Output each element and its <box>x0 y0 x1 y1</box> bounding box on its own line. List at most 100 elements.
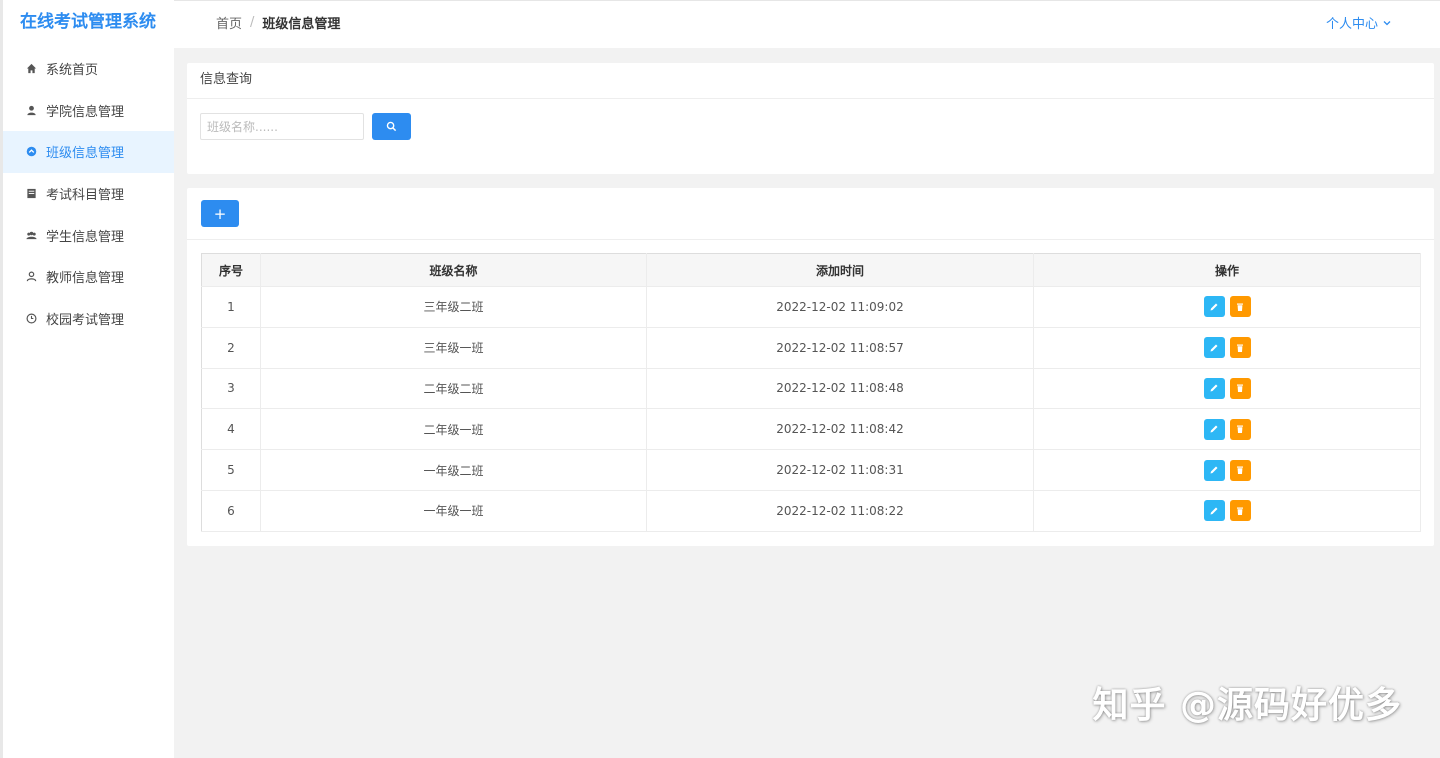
table-row: 4 二年级一班 2022-12-02 11:08:42 <box>201 408 1421 451</box>
table-panel: + 序号 班级名称 添加时间 操作 1 三年级二班 2022-12-02 11:… <box>187 188 1434 546</box>
delete-button[interactable] <box>1229 418 1251 440</box>
cell-time: 2022-12-02 11:08:57 <box>646 327 1034 369</box>
edit-button[interactable] <box>1203 418 1225 440</box>
cell-name: 三年级一班 <box>260 327 647 369</box>
row-actions <box>1034 500 1420 522</box>
cell-ops <box>1033 286 1421 328</box>
cell-time: 2022-12-02 11:08:42 <box>646 408 1034 451</box>
user-icon <box>25 104 37 116</box>
delete-button[interactable] <box>1229 459 1251 481</box>
pencil-icon <box>1210 425 1218 433</box>
sidebar-item-label: 学生信息管理 <box>46 229 125 245</box>
sidebar-item-class[interactable]: 班级信息管理 <box>3 131 174 173</box>
header-index: 序号 <box>201 253 261 287</box>
home-icon <box>25 63 37 75</box>
sidebar-item-subject[interactable]: 考试科目管理 <box>3 173 174 215</box>
sidebar-item-student[interactable]: 学生信息管理 <box>3 214 174 256</box>
sidebar-item-label: 班级信息管理 <box>46 146 125 162</box>
delete-button[interactable] <box>1229 337 1251 359</box>
sidebar-item-college[interactable]: 学院信息管理 <box>3 90 174 132</box>
pencil-icon <box>1210 344 1218 352</box>
pencil-icon <box>1210 384 1218 392</box>
pencil-icon <box>1210 303 1218 311</box>
trash-icon <box>1237 344 1243 352</box>
teacher-icon <box>25 271 37 283</box>
sidebar-item-label: 系统首页 <box>46 63 99 79</box>
row-actions <box>1034 459 1420 481</box>
user-center-label: 个人中心 <box>1325 17 1378 32</box>
search-panel: 信息查询 <box>187 63 1434 174</box>
cell-time: 2022-12-02 11:08:31 <box>646 449 1034 491</box>
header-ops: 操作 <box>1033 253 1421 287</box>
breadcrumb-current: 班级信息管理 <box>262 17 341 32</box>
group-icon <box>25 229 37 241</box>
credit-watermark: 知乎 @源码好优多 <box>1092 685 1402 726</box>
search-icon <box>386 121 397 132</box>
edit-button[interactable] <box>1203 377 1225 399</box>
trash-icon <box>1237 384 1243 393</box>
trash-icon <box>1237 425 1243 434</box>
search-panel-title: 信息查询 <box>187 63 1434 99</box>
app-title: 在线考试管理系统 <box>20 12 156 32</box>
cell-index: 1 <box>201 286 261 328</box>
breadcrumb: 首页 / 班级信息管理 <box>216 13 340 32</box>
clock-icon <box>25 312 37 324</box>
header-time: 添加时间 <box>646 253 1034 287</box>
edit-button[interactable] <box>1203 500 1225 522</box>
add-button[interactable]: + <box>201 200 239 227</box>
trash-icon <box>1237 507 1243 515</box>
delete-button[interactable] <box>1229 377 1251 399</box>
pencil-icon <box>1210 466 1218 474</box>
table-row: 3 二年级二班 2022-12-02 11:08:48 <box>201 368 1421 410</box>
cell-ops <box>1033 327 1421 369</box>
cell-ops <box>1033 449 1421 491</box>
cell-ops <box>1033 368 1421 410</box>
table-header-row: 序号 班级名称 添加时间 操作 <box>201 253 1421 287</box>
cell-name: 三年级二班 <box>260 286 647 328</box>
table-row: 5 一年级二班 2022-12-02 11:08:31 <box>201 449 1421 491</box>
chevron-down-icon <box>1383 20 1391 25</box>
row-actions <box>1034 377 1420 399</box>
cell-index: 2 <box>201 327 261 369</box>
sidebar-item-label: 学院信息管理 <box>46 104 125 120</box>
edit-button[interactable] <box>1203 459 1225 481</box>
top-header: 首页 / 班级信息管理 个人中心 <box>174 0 1440 48</box>
cell-index: 6 <box>201 490 261 532</box>
sidebar-item-label: 校园考试管理 <box>46 312 125 328</box>
sidebar-item-exam[interactable]: 校园考试管理 <box>3 298 174 340</box>
book-icon <box>25 188 37 200</box>
sidebar-item-label: 教师信息管理 <box>46 271 125 287</box>
cell-name: 一年级二班 <box>260 449 647 491</box>
table-row: 1 三年级二班 2022-12-02 11:09:02 <box>201 286 1421 328</box>
cell-name: 二年级二班 <box>260 368 647 410</box>
cell-index: 5 <box>201 449 261 491</box>
circle-icon <box>25 146 37 158</box>
cell-index: 4 <box>201 408 261 451</box>
user-center-menu[interactable]: 个人中心 <box>1326 13 1392 32</box>
search-input[interactable] <box>200 113 364 140</box>
cell-name: 一年级一班 <box>260 490 647 532</box>
edit-button[interactable] <box>1203 296 1225 318</box>
sidebar-menu: 系统首页 学院信息管理 班级信息管理 考试科目管理 学生信息管理 教师信息管理 … <box>3 48 174 339</box>
cell-time: 2022-12-02 11:08:22 <box>646 490 1034 532</box>
delete-button[interactable] <box>1229 296 1251 318</box>
sidebar-item-teacher[interactable]: 教师信息管理 <box>3 256 174 298</box>
breadcrumb-separator: / <box>250 15 255 30</box>
table-row: 2 三年级一班 2022-12-02 11:08:57 <box>201 327 1421 369</box>
sidebar-item-home[interactable]: 系统首页 <box>3 48 174 90</box>
cell-time: 2022-12-02 11:08:48 <box>646 368 1034 410</box>
row-actions <box>1034 337 1420 359</box>
table-toolbar: + <box>187 188 1434 240</box>
search-button[interactable] <box>372 113 411 140</box>
cell-name: 二年级一班 <box>260 408 647 451</box>
search-row <box>200 113 411 140</box>
sidebar-item-label: 考试科目管理 <box>46 188 125 204</box>
cell-ops <box>1033 490 1421 532</box>
edit-button[interactable] <box>1203 337 1225 359</box>
trash-icon <box>1237 303 1243 311</box>
delete-button[interactable] <box>1229 500 1251 522</box>
breadcrumb-home[interactable]: 首页 <box>216 13 242 32</box>
row-actions <box>1034 296 1420 318</box>
cell-time: 2022-12-02 11:09:02 <box>646 286 1034 328</box>
sidebar: 在线考试管理系统 系统首页 学院信息管理 班级信息管理 考试科目管理 学生信息管… <box>0 0 174 758</box>
